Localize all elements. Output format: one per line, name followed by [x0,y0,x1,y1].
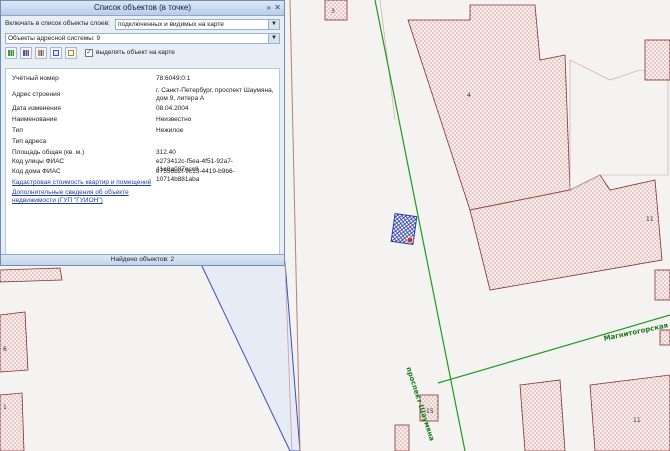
properties-list: Учётный номер 78:6049:0:1 Адрес строения г… [5,68,280,257]
select-area-icon [53,50,59,56]
additional-info-link[interactable]: Дополнительные сведения об объекте недви… [12,189,129,205]
document-button[interactable] [65,47,77,59]
building-11b [589,374,670,451]
map-label-11: 11 [646,216,654,223]
chart-orange-button[interactable] [35,47,47,59]
system-row: Объекты адресной системы: 9 ▼ [5,33,280,44]
layers-row: Включать в список объекты слоев: подключ… [5,19,280,30]
objects-found-status: Найдено объектов: 2 [1,254,284,265]
chart-green-button[interactable] [5,47,17,59]
highlight-checkbox[interactable]: ✓ [85,49,93,57]
building-6 [0,311,29,373]
chevron-down-icon[interactable]: ▼ [268,20,279,29]
building-1 [0,392,25,451]
system-select-value: Объекты адресной системы: 9 [8,35,101,42]
map-label-4: 4 [467,92,471,99]
building-3 [324,0,348,21]
panel-title: Список объектов (в точке) [94,3,191,12]
document-icon [68,50,74,56]
layers-label: Включать в список объекты слоев: [5,20,110,27]
select-area-button[interactable] [50,47,62,59]
map-label-11b: 11 [633,417,641,424]
layers-select[interactable]: подключенных и видимых на карте ▼ [115,19,280,30]
chart-blue-button[interactable] [20,47,32,59]
panel-titlebar[interactable]: Список объектов (в точке) » ✕ [1,1,284,16]
layers-select-value: подключенных и видимых на карте [118,21,224,28]
map-label-1: 1 [3,404,7,411]
bar-chart-icon [8,50,14,56]
object-list-panel: Список объектов (в точке) » ✕ Включать в… [0,0,285,266]
highlight-label: выделять объект на карте [96,49,175,56]
map-label-3: 3 [331,8,335,15]
panel-toolbar: ✓ выделять объект на карте [5,47,280,61]
marker-icon [406,236,414,244]
bar-chart-icon [38,50,44,56]
bar-chart-icon [23,50,29,56]
close-icon[interactable]: ✕ [274,1,281,15]
chevron-down-icon[interactable]: ▼ [268,34,279,43]
collapse-icon[interactable]: » [267,1,271,15]
map-label-6: 6 [3,346,7,353]
cadastral-value-link[interactable]: Кадастровая стоимость квартир и помещени… [12,179,259,187]
system-select[interactable]: Объекты адресной системы: 9 ▼ [5,33,280,44]
